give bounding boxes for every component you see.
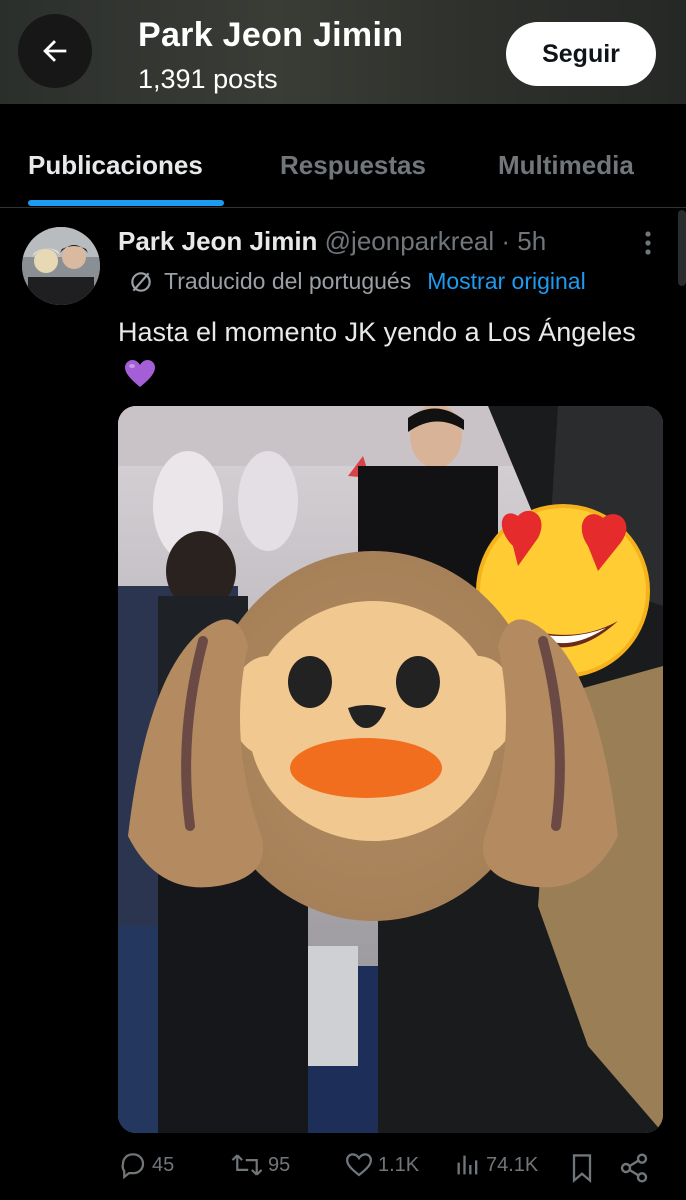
purple-heart-icon bbox=[125, 359, 155, 387]
show-original-link[interactable]: Mostrar original bbox=[427, 268, 586, 295]
tab-multimedia[interactable]: Multimedia bbox=[498, 150, 634, 181]
scrollbar-thumb[interactable] bbox=[678, 210, 686, 286]
tab-respuestas[interactable]: Respuestas bbox=[280, 150, 426, 181]
like-button[interactable]: 1.1K bbox=[344, 1150, 419, 1180]
tweet-actions: 45 95 1.1K 74.1K bbox=[118, 1150, 658, 1186]
profile-tabs: Publicaciones Respuestas Multimedia bbox=[0, 104, 686, 208]
reply-count: 45 bbox=[152, 1153, 175, 1176]
back-arrow-icon bbox=[43, 40, 67, 62]
follow-button[interactable]: Seguir bbox=[506, 22, 656, 86]
author-name[interactable]: Park Jeon Jimin bbox=[118, 226, 317, 256]
profile-title: Park Jeon Jimin bbox=[138, 16, 404, 54]
tweet-media-image[interactable] bbox=[118, 406, 663, 1133]
share-icon[interactable] bbox=[618, 1152, 650, 1184]
views-count: 74.1K bbox=[486, 1153, 539, 1176]
more-options-icon[interactable] bbox=[636, 228, 660, 258]
translate-icon bbox=[131, 271, 151, 292]
active-tab-indicator bbox=[28, 200, 224, 206]
reply-icon bbox=[121, 1153, 145, 1180]
like-count: 1.1K bbox=[378, 1153, 420, 1176]
translated-label: Traducido del portugués bbox=[164, 268, 412, 294]
tab-publicaciones[interactable]: Publicaciones bbox=[28, 150, 203, 181]
separator-dot: · bbox=[501, 226, 511, 256]
tweet-text-content: Hasta el momento JK yendo a Los Ángeles bbox=[118, 317, 636, 347]
back-button[interactable] bbox=[18, 14, 92, 88]
reply-button[interactable]: 45 bbox=[118, 1150, 174, 1180]
views-chart-icon bbox=[457, 1155, 478, 1175]
tweet-time[interactable]: 5h bbox=[517, 226, 546, 256]
heart-icon bbox=[345, 1153, 373, 1177]
translation-notice: Traducido del portugués Mostrar original bbox=[128, 268, 586, 295]
avatar-photo bbox=[22, 227, 100, 305]
repost-icon bbox=[231, 1154, 263, 1176]
tweet-text: Hasta el momento JK yendo a Los Ángeles bbox=[118, 312, 658, 392]
posts-count: 1,391 posts bbox=[138, 64, 278, 94]
media-photo bbox=[118, 406, 663, 1133]
repost-count: 95 bbox=[268, 1153, 291, 1176]
repost-button[interactable]: 95 bbox=[230, 1150, 290, 1180]
bookmark-icon[interactable] bbox=[568, 1152, 596, 1184]
author-handle[interactable]: @jeonparkreal bbox=[325, 226, 494, 256]
views-button[interactable]: 74.1K bbox=[454, 1150, 538, 1180]
avatar[interactable] bbox=[22, 227, 100, 305]
profile-header: Park Jeon Jimin 1,391 posts Seguir bbox=[0, 0, 686, 104]
tweet-author-row: Park Jeon Jimin @jeonparkreal · 5h bbox=[118, 226, 546, 257]
